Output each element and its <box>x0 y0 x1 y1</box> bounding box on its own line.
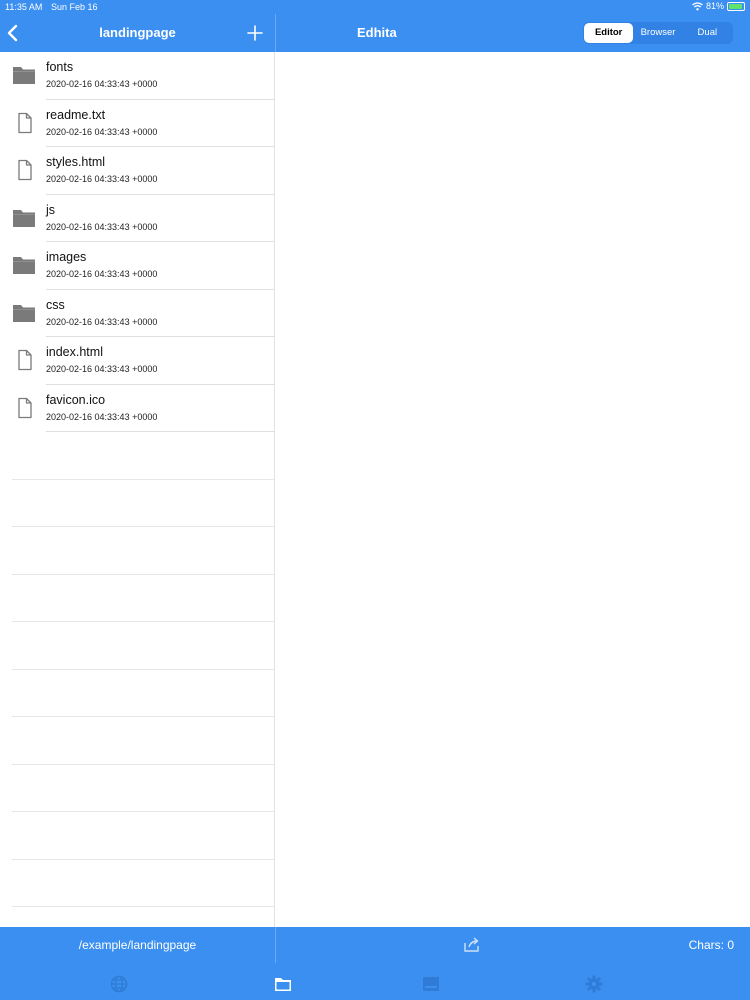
folder-icon[interactable] <box>273 974 293 994</box>
empty-row-separator <box>12 763 274 765</box>
folder-icon <box>13 209 35 227</box>
empty-row-separator <box>12 668 274 670</box>
editor-navbar: Edhita Editor Browser Dual <box>276 14 750 52</box>
editor-title: Edhita <box>357 25 397 40</box>
file-name: styles.html <box>46 155 106 169</box>
document-icon <box>18 349 32 371</box>
file-modified-date: 2020-02-16 04:33:43 +0000 <box>46 79 158 89</box>
battery-percent: 81% <box>705 1 724 11</box>
file-name: readme.txt <box>46 107 106 122</box>
empty-row-separator <box>12 906 274 907</box>
file-name: index.html <box>46 345 103 359</box>
folder-icon <box>13 67 35 84</box>
empty-row-separator <box>12 621 274 622</box>
mode-dual-tab[interactable]: Dual <box>683 23 732 43</box>
mode-segmented-control: Editor Browser Dual <box>583 22 733 44</box>
file-list-item[interactable]: favicon.ico 2020-02-16 04:33:43 +0000 <box>0 385 274 432</box>
file-modified-date: 2020-02-16 04:33:43 +0000 <box>46 316 158 327</box>
file-modified-date: 2020-02-16 04:33:43 +0000 <box>46 221 158 232</box>
status-right: 81% <box>692 1 745 11</box>
file-list-item[interactable]: readme.txt 2020-02-16 04:33:43 +0000 <box>0 100 274 147</box>
empty-row-separator <box>12 858 274 860</box>
file-browser-title: landingpage <box>99 25 176 40</box>
file-list: fonts 2020-02-16 04:33:43 +0000 readme.txt… <box>0 52 275 927</box>
mode-browser-tab[interactable]: Browser <box>633 23 682 43</box>
globe-icon[interactable] <box>109 974 129 994</box>
file-name: favicon.ico <box>46 392 106 407</box>
file-name: js <box>46 202 56 217</box>
file-list-item[interactable]: images 2020-02-16 04:33:43 +0000 <box>0 242 274 290</box>
file-name: css <box>46 297 65 312</box>
file-list-item[interactable]: index.html 2020-02-16 04:33:43 +0000 <box>0 337 274 385</box>
file-name: images <box>46 250 87 264</box>
char-count: Chars: 0 <box>688 938 734 952</box>
add-icon[interactable] <box>246 24 264 42</box>
file-list-item[interactable]: js 2020-02-16 04:33:43 +0000 <box>0 195 274 242</box>
status-time: 11:35 AM <box>5 2 43 12</box>
empty-row-separator <box>12 811 274 812</box>
file-modified-date: 2020-02-16 04:33:43 +0000 <box>46 411 158 422</box>
status-bar: 11:35 AM Sun Feb 16 81% <box>0 0 750 14</box>
current-path: /example/landingpage <box>78 938 197 952</box>
path-bar: /example/landingpage <box>0 927 275 963</box>
document-icon <box>18 397 32 418</box>
file-list-item[interactable]: css 2020-02-16 04:33:43 +0000 <box>0 290 274 337</box>
gear-icon[interactable] <box>584 974 604 994</box>
empty-row-separator <box>12 573 274 575</box>
status-date: Sun Feb 16 <box>51 2 98 12</box>
document-icon <box>18 159 32 181</box>
file-list-item[interactable]: styles.html 2020-02-16 04:33:43 +0000 <box>0 147 274 195</box>
document-icon <box>18 112 32 133</box>
file-modified-date: 2020-02-16 04:33:43 +0000 <box>46 174 158 184</box>
file-modified-date: 2020-02-16 04:33:43 +0000 <box>46 269 158 279</box>
file-list-item[interactable]: fonts 2020-02-16 04:33:43 +0000 <box>0 52 274 100</box>
tab-bar <box>0 963 750 1000</box>
editor-text-area[interactable] <box>276 52 750 927</box>
share-icon[interactable] <box>463 936 481 954</box>
file-modified-date: 2020-02-16 04:33:43 +0000 <box>46 126 158 137</box>
editor-status-bar: Chars: 0 <box>276 927 750 963</box>
mode-editor-tab[interactable]: Editor <box>584 23 634 43</box>
file-browser-navbar: landingpage <box>0 14 275 52</box>
row-separator <box>46 431 274 432</box>
wifi-icon <box>692 1 703 10</box>
battery-icon <box>727 1 745 11</box>
keyboard-icon[interactable] <box>421 974 441 994</box>
folder-icon <box>13 257 35 274</box>
empty-row-separator <box>12 478 274 480</box>
file-name: fonts <box>46 60 74 74</box>
file-modified-date: 2020-02-16 04:33:43 +0000 <box>46 364 158 374</box>
empty-row-separator <box>12 716 274 717</box>
empty-row-separator <box>12 526 274 527</box>
folder-icon <box>13 304 35 322</box>
